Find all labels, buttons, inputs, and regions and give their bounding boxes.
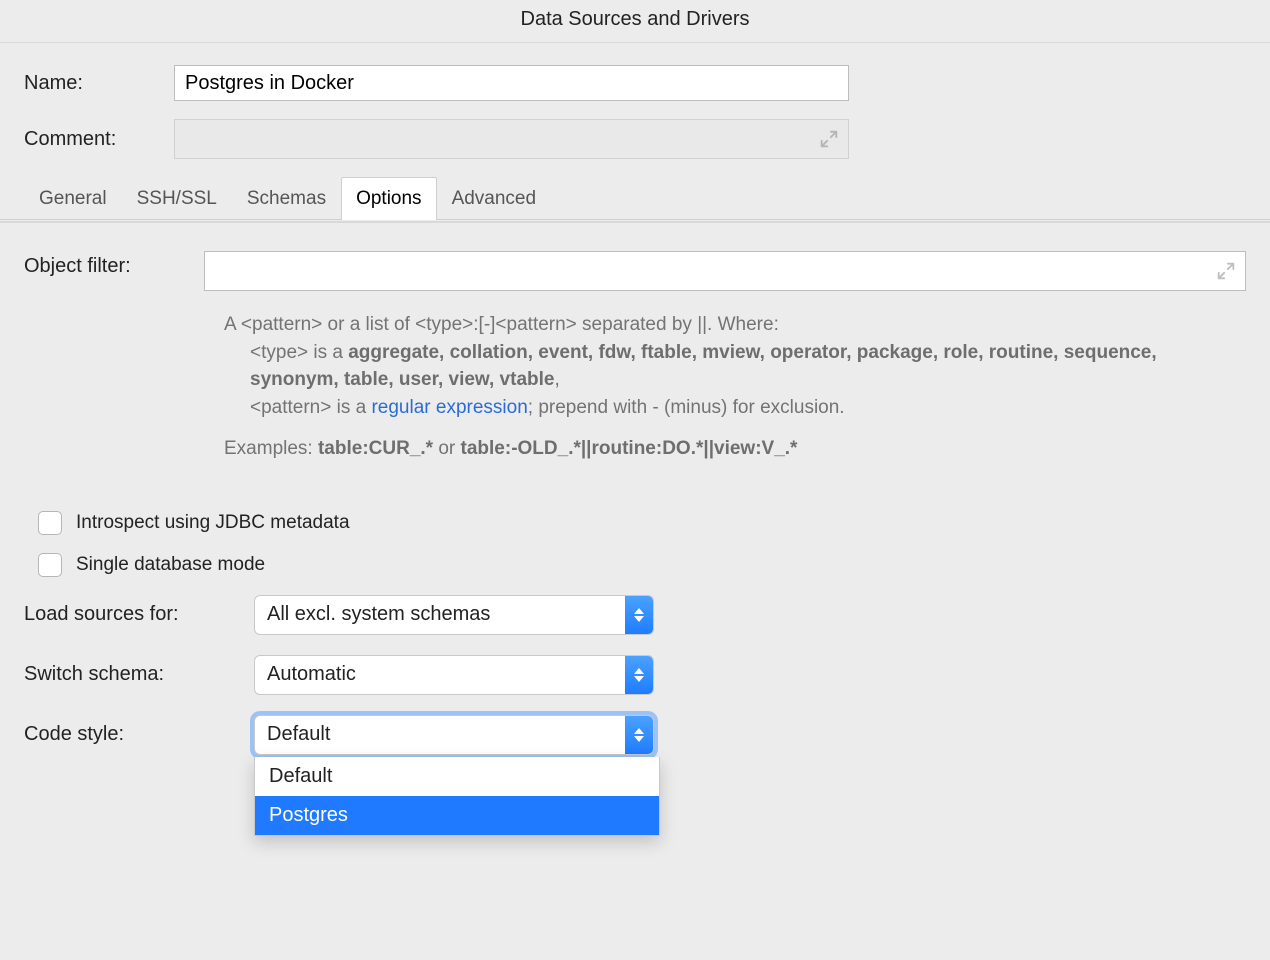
- single-db-label: Single database mode: [76, 554, 265, 576]
- load-sources-label: Load sources for:: [24, 603, 254, 626]
- tab-general[interactable]: General: [24, 177, 122, 220]
- object-filter-label: Object filter:: [24, 251, 204, 278]
- tab-advanced[interactable]: Advanced: [437, 177, 552, 220]
- code-style-option-default[interactable]: Default: [255, 757, 659, 796]
- introspect-jdbc-label: Introspect using JDBC metadata: [76, 512, 350, 534]
- expand-icon[interactable]: [818, 128, 840, 150]
- chevron-updown-icon: [625, 716, 653, 754]
- object-filter-input[interactable]: [204, 251, 1246, 291]
- code-style-option-postgres[interactable]: Postgres: [255, 796, 659, 835]
- load-sources-select[interactable]: All excl. system schemas: [254, 595, 654, 635]
- comment-input[interactable]: [174, 119, 849, 159]
- regex-link[interactable]: regular expression: [371, 397, 527, 418]
- switch-schema-select[interactable]: Automatic: [254, 655, 654, 695]
- code-style-label: Code style:: [24, 723, 254, 746]
- name-input[interactable]: [174, 65, 849, 101]
- switch-schema-label: Switch schema:: [24, 663, 254, 686]
- introspect-jdbc-checkbox[interactable]: [38, 511, 62, 535]
- name-label: Name:: [24, 72, 174, 95]
- single-db-checkbox[interactable]: [38, 553, 62, 577]
- comment-label: Comment:: [24, 128, 174, 151]
- tab-schemas[interactable]: Schemas: [232, 177, 341, 220]
- object-filter-help: A <pattern> or a list of <type>:[-]<patt…: [204, 299, 1246, 467]
- code-style-select[interactable]: Default: [254, 715, 654, 755]
- window-title: Data Sources and Drivers: [0, 0, 1270, 42]
- tab-ssh-ssl[interactable]: SSH/SSL: [122, 177, 232, 220]
- tab-bar: General SSH/SSL Schemas Options Advanced: [0, 177, 1270, 220]
- code-style-dropdown: Default Postgres: [254, 757, 660, 836]
- chevron-updown-icon: [625, 596, 653, 634]
- tab-options[interactable]: Options: [341, 177, 436, 220]
- chevron-updown-icon: [625, 656, 653, 694]
- expand-icon[interactable]: [1215, 260, 1237, 282]
